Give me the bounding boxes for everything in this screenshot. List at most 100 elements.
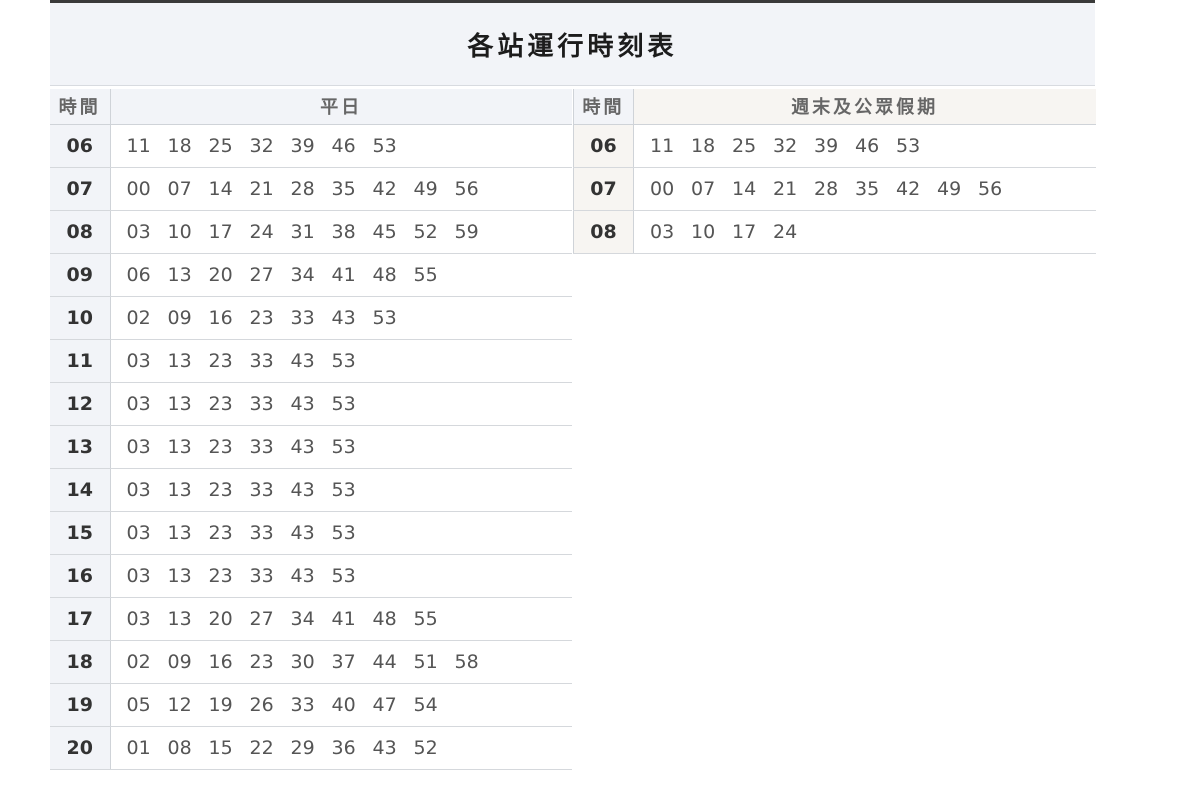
departure-minute: 28 — [814, 177, 839, 200]
table-row: 19 05 12 19 26 33 40 47 54 — [50, 683, 572, 727]
departure-minute: 03 — [126, 435, 151, 458]
departure-minute: 23 — [208, 564, 233, 587]
minutes-cell: 03 13 23 33 43 53 — [110, 425, 572, 469]
departure-minute: 13 — [167, 478, 192, 501]
minutes-cell: 02 09 16 23 33 43 53 — [110, 296, 572, 340]
departure-minute: 43 — [290, 478, 315, 501]
departure-minute: 03 — [126, 349, 151, 372]
departure-minute: 33 — [249, 478, 274, 501]
weekday-hour-header: 時間 — [50, 89, 111, 125]
table-row: 11 03 13 23 33 43 53 — [50, 339, 572, 383]
departure-minute: 43 — [290, 435, 315, 458]
departure-minute: 44 — [372, 650, 397, 673]
departure-minute: 45 — [372, 220, 397, 243]
departure-minute: 33 — [290, 306, 315, 329]
departure-minute: 23 — [208, 435, 233, 458]
weekday-title: 平日 — [110, 89, 572, 125]
departure-minute: 09 — [167, 650, 192, 673]
minutes-cell: 03 13 23 33 43 53 — [110, 339, 572, 383]
departure-minute: 49 — [937, 177, 962, 200]
table-row: 16 03 13 23 33 43 53 — [50, 554, 572, 598]
departure-minute: 03 — [126, 392, 151, 415]
table-row: 15 03 13 23 33 43 53 — [50, 511, 572, 555]
departure-minute: 20 — [208, 607, 233, 630]
departure-minute: 58 — [454, 650, 479, 673]
departure-minute: 02 — [126, 306, 151, 329]
departure-minute: 35 — [855, 177, 880, 200]
departure-minute: 01 — [126, 736, 151, 759]
weekday-timetable: 時間 平日 06 11 18 25 32 39 46 53 07 00 07 14 21 28 35 42 49… — [50, 89, 572, 770]
departure-minute: 47 — [372, 693, 397, 716]
departure-minute: 53 — [331, 349, 356, 372]
departure-minute: 10 — [691, 220, 716, 243]
hour-cell: 19 — [50, 683, 111, 727]
hour-cell: 12 — [50, 382, 111, 426]
table-row: 10 02 09 16 23 33 43 53 — [50, 296, 572, 340]
departure-minute: 13 — [167, 349, 192, 372]
departure-minute: 53 — [331, 435, 356, 458]
departure-minute: 03 — [126, 220, 151, 243]
departure-minute: 25 — [208, 134, 233, 157]
minutes-cell: 06 13 20 27 34 41 48 55 — [110, 253, 572, 297]
departure-minute: 31 — [290, 220, 315, 243]
weekend-title: 週末及公眾假期 — [633, 89, 1096, 125]
departure-minute: 54 — [413, 693, 438, 716]
hour-cell: 08 — [50, 210, 111, 254]
departure-minute: 35 — [331, 177, 356, 200]
hour-cell: 15 — [50, 511, 111, 555]
departure-minute: 42 — [896, 177, 921, 200]
departure-minute: 14 — [732, 177, 757, 200]
departure-minute: 23 — [208, 392, 233, 415]
departure-minute: 03 — [126, 478, 151, 501]
table-row: 07 00 07 14 21 28 35 42 49 56 — [573, 167, 1096, 211]
departure-minute: 27 — [249, 607, 274, 630]
weekend-rows: 06 11 18 25 32 39 46 53 07 00 07 14 21 28 35 42 49 56 08 03… — [573, 124, 1096, 254]
departure-minute: 33 — [249, 435, 274, 458]
departure-minute: 03 — [650, 220, 675, 243]
departure-minute: 43 — [331, 306, 356, 329]
departure-minute: 26 — [249, 693, 274, 716]
departure-minute: 03 — [126, 564, 151, 587]
table-row: 12 03 13 23 33 43 53 — [50, 382, 572, 426]
departure-minute: 32 — [249, 134, 274, 157]
departure-minute: 05 — [126, 693, 151, 716]
departure-minute: 14 — [208, 177, 233, 200]
departure-minute: 27 — [249, 263, 274, 286]
minutes-cell: 03 13 23 33 43 53 — [110, 468, 572, 512]
table-row: 13 03 13 23 33 43 53 — [50, 425, 572, 469]
departure-minute: 23 — [208, 478, 233, 501]
departure-minute: 43 — [372, 736, 397, 759]
minutes-cell: 01 08 15 22 29 36 43 52 — [110, 726, 572, 770]
departure-minute: 39 — [814, 134, 839, 157]
departure-minute: 18 — [167, 134, 192, 157]
page-title: 各站運行時刻表 — [467, 31, 678, 62]
hour-cell: 18 — [50, 640, 111, 684]
minutes-cell: 02 09 16 23 30 37 44 51 58 — [110, 640, 572, 684]
departure-minute: 11 — [126, 134, 151, 157]
departure-minute: 15 — [208, 736, 233, 759]
departure-minute: 48 — [372, 607, 397, 630]
departure-minute: 53 — [372, 134, 397, 157]
departure-minute: 43 — [290, 521, 315, 544]
departure-minute: 13 — [167, 607, 192, 630]
departure-minute: 17 — [208, 220, 233, 243]
departure-minute: 18 — [691, 134, 716, 157]
departure-minute: 00 — [650, 177, 675, 200]
departure-minute: 03 — [126, 607, 151, 630]
minutes-cell: 03 13 23 33 43 53 — [110, 554, 572, 598]
departure-minute: 40 — [331, 693, 356, 716]
departure-minute: 56 — [978, 177, 1003, 200]
departure-minute: 52 — [413, 220, 438, 243]
departure-minute: 53 — [372, 306, 397, 329]
departure-minute: 16 — [208, 650, 233, 673]
departure-minute: 39 — [290, 134, 315, 157]
weekend-timetable: 時間 週末及公眾假期 06 11 18 25 32 39 46 53 07 00 07 14 21 28 3… — [573, 89, 1096, 254]
departure-minute: 22 — [249, 736, 274, 759]
table-row: 09 06 13 20 27 34 41 48 55 — [50, 253, 572, 297]
table-row: 17 03 13 20 27 34 41 48 55 — [50, 597, 572, 641]
departure-minute: 20 — [208, 263, 233, 286]
departure-minute: 17 — [732, 220, 757, 243]
weekend-hour-header: 時間 — [573, 89, 634, 125]
departure-minute: 33 — [249, 392, 274, 415]
weekday-header-row: 時間 平日 — [50, 89, 572, 125]
